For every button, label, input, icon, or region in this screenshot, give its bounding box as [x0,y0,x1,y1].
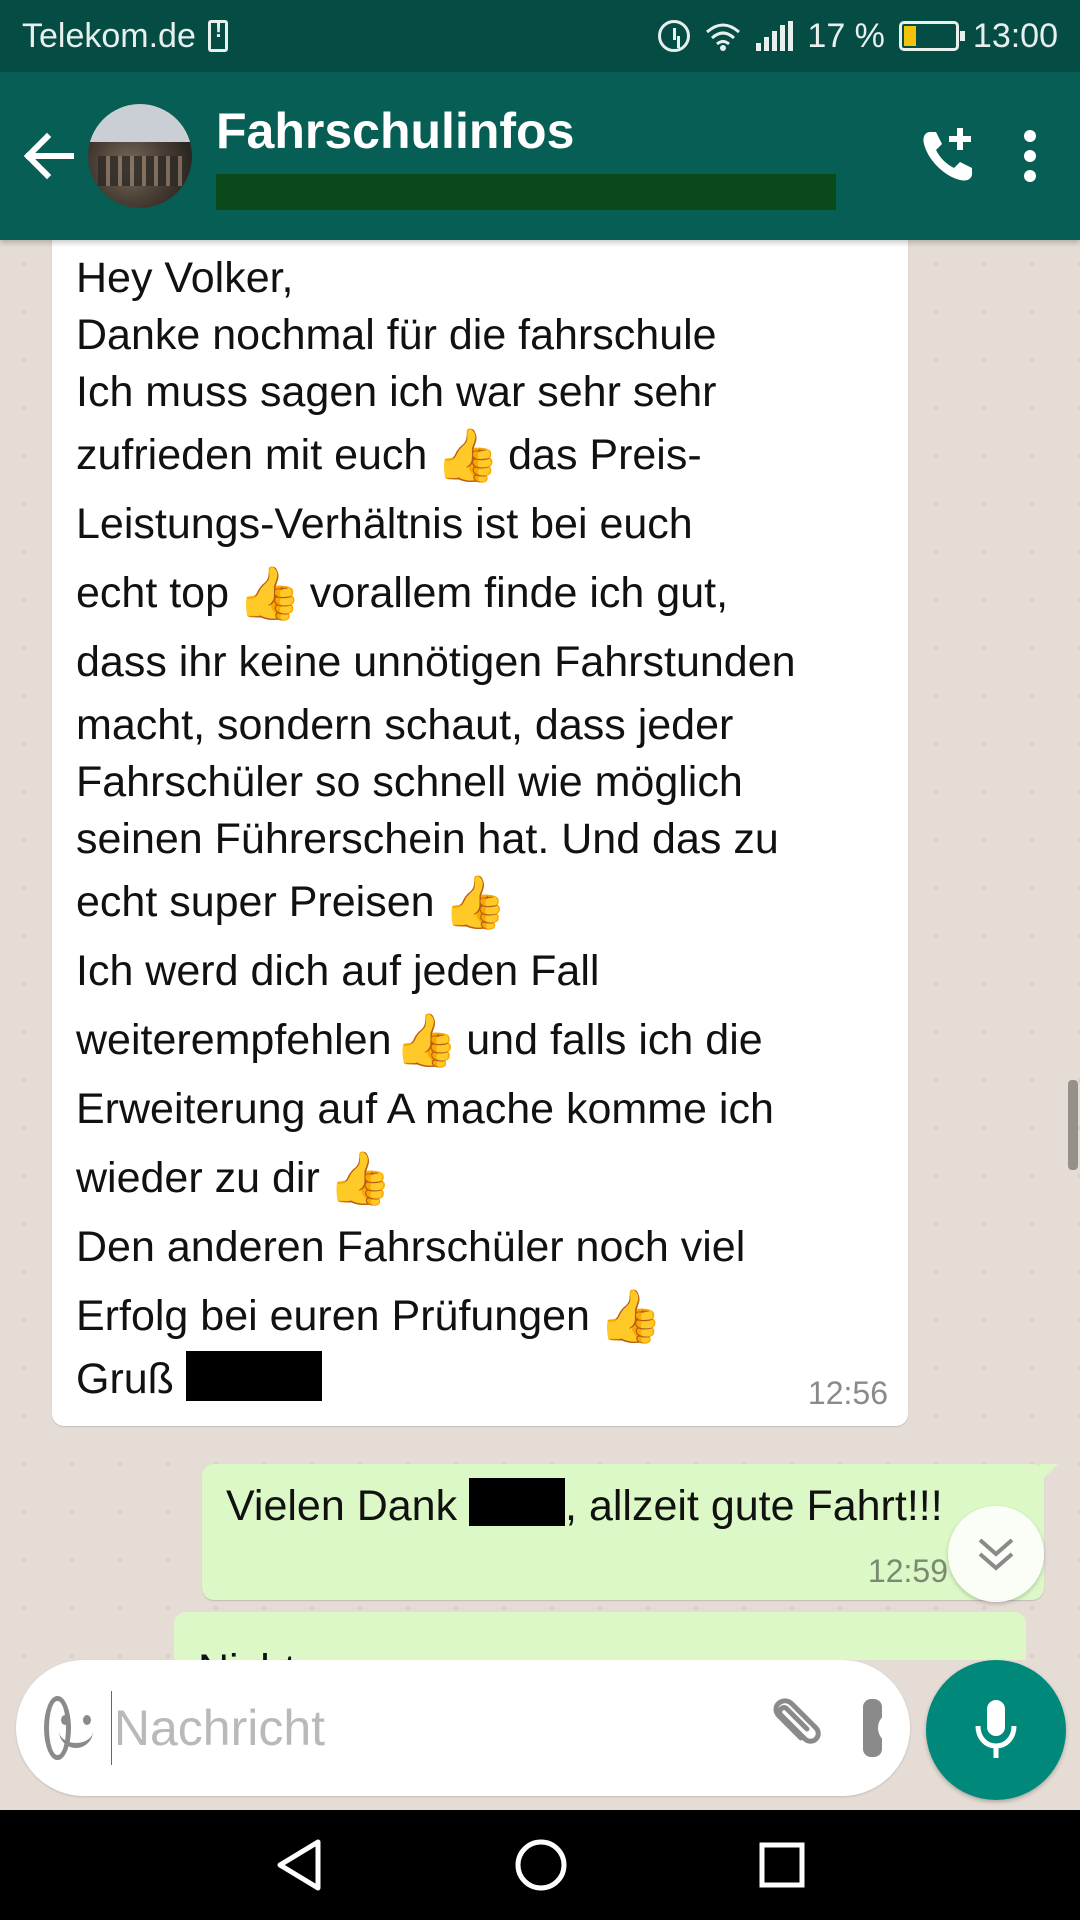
message-line: Leistungs-Verhältnis ist bei euch [76,500,693,548]
back-button[interactable] [8,72,88,240]
status-bar: Telekom.de 17 % 13:00 [0,0,1080,72]
emoji-icon[interactable] [44,1696,93,1760]
incoming-message[interactable]: Hey Volker, Danke nochmal für die fahrsc… [52,240,908,1426]
message-segment: und falls ich die [466,1016,763,1064]
message-line: Ich muss sagen ich war sehr sehr [76,368,717,416]
chat-title: Fahrschulinfos [216,103,575,159]
message-segment: weiterempfehlen [76,1016,392,1064]
nav-recents-icon[interactable] [758,1841,806,1889]
thumbs-up-emoji: 👍 [393,1012,459,1070]
status-icons: 17 % 13:00 [658,17,1058,56]
redacted-name [185,1351,322,1401]
message-timestamp: 12:56 [807,1375,888,1411]
message-line: Gruß [76,1351,884,1408]
redacted-subtitle [216,174,836,210]
message-text: Nicht vergessen [198,1640,1002,1660]
clock: 13:00 [972,16,1058,55]
redacted-name [469,1478,566,1526]
thumbs-up-emoji: 👍 [597,1288,663,1346]
message-line: Hey Volker, [76,254,294,302]
message-segment: echt top [76,569,229,617]
more-vert-icon[interactable] [1020,128,1040,184]
chat-header: Fahrschulinfos [0,72,1080,240]
scrollbar-thumb[interactable] [1068,1080,1078,1170]
text-cursor [110,1691,112,1765]
message-segment: , allzeit gute Fahrt!!! [565,1482,943,1530]
message-text: Vielen Dank , allzeit gute Fahrt!!! [226,1476,1020,1536]
sim-alert-icon [207,17,228,52]
message-segment: zufrieden mit euch [76,431,428,479]
thumbs-up-emoji: 👍 [327,1150,393,1208]
message-text: Hey Volker, Danke nochmal für die fahrsc… [76,250,884,1408]
nav-back-icon[interactable] [274,1838,324,1892]
message-line: echt top 👍 vorallem finde ich gut, [76,559,884,628]
chat-area[interactable]: Hey Volker, Danke nochmal für die fahrsc… [0,240,1080,1660]
wifi-icon [704,21,742,51]
group-avatar[interactable] [88,104,192,208]
thumbs-up-emoji: 👍 [237,565,302,623]
chat-title-block[interactable]: Fahrschulinfos [216,102,836,210]
message-segment: vorallem finde ich gut, [309,569,729,617]
compose-field-container [16,1660,911,1796]
thumbs-up-emoji: 👍 [442,874,508,932]
message-line: Ich werd dich auf jeden Fall [76,947,600,995]
voice-message-button[interactable] [926,1660,1066,1800]
system-nav-bar [0,1810,1080,1920]
compose-bar [0,1660,1080,1810]
message-input[interactable] [113,1699,757,1757]
thumbs-up-emoji: 👍 [435,427,501,485]
alarm-icon [658,20,691,52]
message-segment: wieder zu dir [76,1154,320,1202]
message-segment: Vielen Dank [226,1482,458,1530]
message-line: echt super Preisen 👍 [76,868,884,937]
message-segment: echt super Preisen [76,878,435,926]
outgoing-message-partial[interactable]: Nicht vergessen [174,1612,1026,1660]
scroll-to-bottom-button[interactable] [948,1506,1044,1602]
battery-percent: 17 % [807,16,885,55]
message-segment: Gruß [76,1355,174,1403]
header-actions [916,124,1040,188]
carrier-info: Telekom.de [22,17,228,56]
add-call-icon[interactable] [916,124,980,188]
mic-icon [975,1700,1017,1758]
message-line: dass ihr keine unnötigen Fahrstunden [76,638,796,686]
message-line: Erweiterung auf A mache komme ich [76,1085,774,1133]
message-segment: Erfolg bei euren Prüfungen [76,1292,590,1340]
message-line: Erfolg bei euren Prüfungen 👍 [76,1282,884,1351]
message-line: weiterempfehlen👍 und falls ich die [76,1006,884,1075]
camera-icon[interactable] [862,1699,911,1757]
message-line: zufrieden mit euch 👍 das Preis- [76,421,884,490]
battery-icon [898,21,965,51]
back-arrow-icon [23,132,74,180]
message-line: Fahrschüler so schnell wie möglich [76,758,743,806]
signal-icon [756,21,794,51]
message-line: wieder zu dir 👍 [76,1144,884,1213]
message-line: macht, sondern schaut, dass jeder [76,701,734,749]
nav-home-icon[interactable] [514,1838,568,1892]
chevron-down-icon [978,1538,1014,1571]
carrier-name: Telekom.de [22,16,196,55]
message-timestamp: 12:59 [867,1553,948,1589]
message-line: Danke nochmal für die fahrschule [76,311,717,359]
message-segment: das Preis- [508,431,702,479]
outgoing-message[interactable]: Vielen Dank , allzeit gute Fahrt!!! 12:5… [202,1464,1058,1600]
message-line: Den anderen Fahrschüler noch viel [76,1223,746,1271]
attach-icon[interactable] [757,1693,821,1763]
message-line: seinen Führerschein hat. Und das zu [76,815,779,863]
